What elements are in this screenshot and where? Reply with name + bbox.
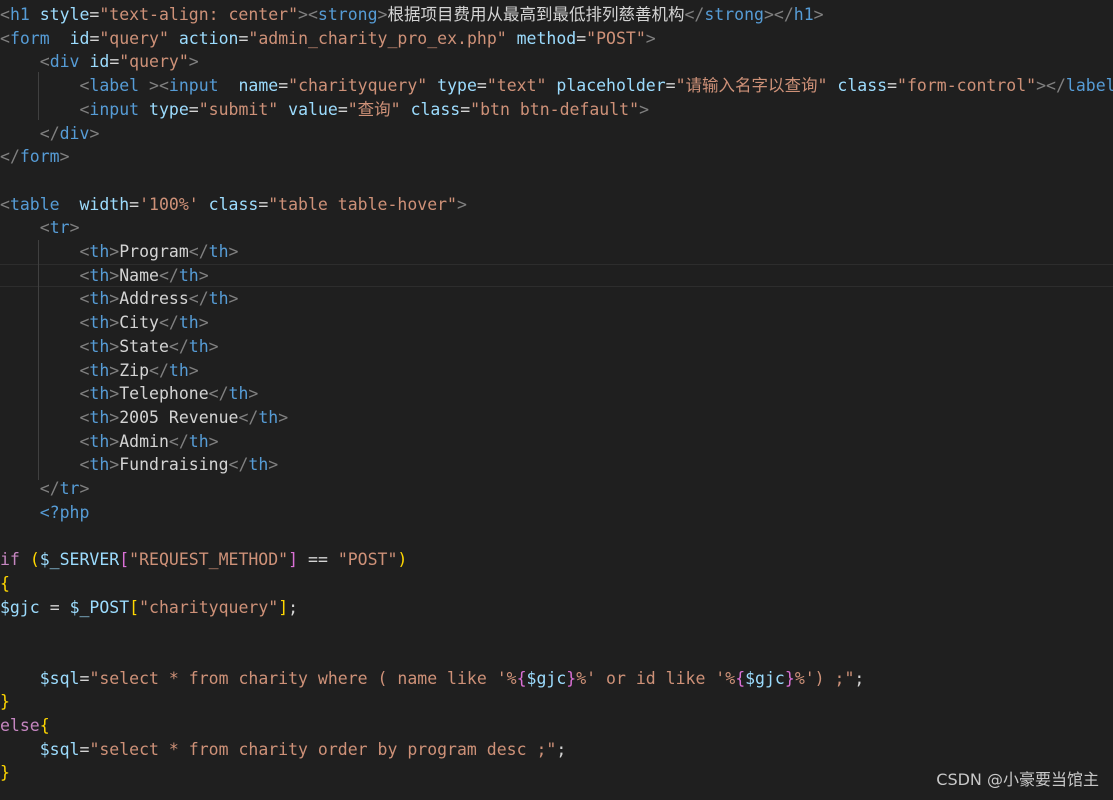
code-line[interactable]: </div> [0, 122, 100, 146]
code-line[interactable]: <div id="query"> [0, 50, 199, 74]
code-line[interactable]: $sql="select * from charity order by pro… [0, 738, 567, 762]
code-line[interactable]: } [0, 761, 10, 785]
code-line[interactable]: { [0, 572, 10, 596]
code-line[interactable]: $gjc = $_POST["charityquery"]; [0, 596, 298, 620]
code-line[interactable]: <?php [0, 501, 90, 525]
code-editor[interactable]: <h1 style="text-align: center"><strong>根… [0, 0, 1113, 800]
code-line[interactable]: } [0, 690, 10, 714]
code-line[interactable]: </form> [0, 145, 70, 169]
code-line[interactable]: </tr> [0, 477, 90, 501]
code-line[interactable]: <th>Name</th> [0, 264, 208, 288]
code-line[interactable]: <th>2005 Revenue</th> [0, 406, 288, 430]
code-line[interactable]: <label ><input name="charityquery" type=… [0, 74, 1113, 98]
code-line[interactable]: <th>Program</th> [0, 240, 238, 264]
code-line[interactable]: if ($_SERVER["REQUEST_METHOD"] == "POST"… [0, 548, 407, 572]
code-line[interactable]: <input type="submit" value="查询" class="b… [0, 98, 649, 122]
code-line[interactable]: <table width='100%' class="table table-h… [0, 193, 467, 217]
csdn-watermark: CSDN @小豪要当馆主 [936, 770, 1099, 789]
code-line[interactable]: <th>State</th> [0, 335, 218, 359]
code-line[interactable]: <th>Zip</th> [0, 359, 198, 383]
code-line[interactable]: <tr> [0, 216, 80, 240]
code-line[interactable]: <th>Fundraising</th> [0, 453, 278, 477]
code-line[interactable]: <th>Telephone</th> [0, 382, 258, 406]
code-line[interactable]: $sql="select * from charity where ( name… [0, 667, 865, 691]
code-line[interactable]: <th>Admin</th> [0, 430, 218, 454]
code-line[interactable]: <h1 style="text-align: center"><strong>根… [0, 3, 824, 27]
code-line[interactable]: <th>City</th> [0, 311, 208, 335]
code-line[interactable]: <th>Address</th> [0, 287, 238, 311]
code-line[interactable]: <form id="query" action="admin_charity_p… [0, 27, 656, 51]
code-line[interactable]: else{ [0, 714, 50, 738]
